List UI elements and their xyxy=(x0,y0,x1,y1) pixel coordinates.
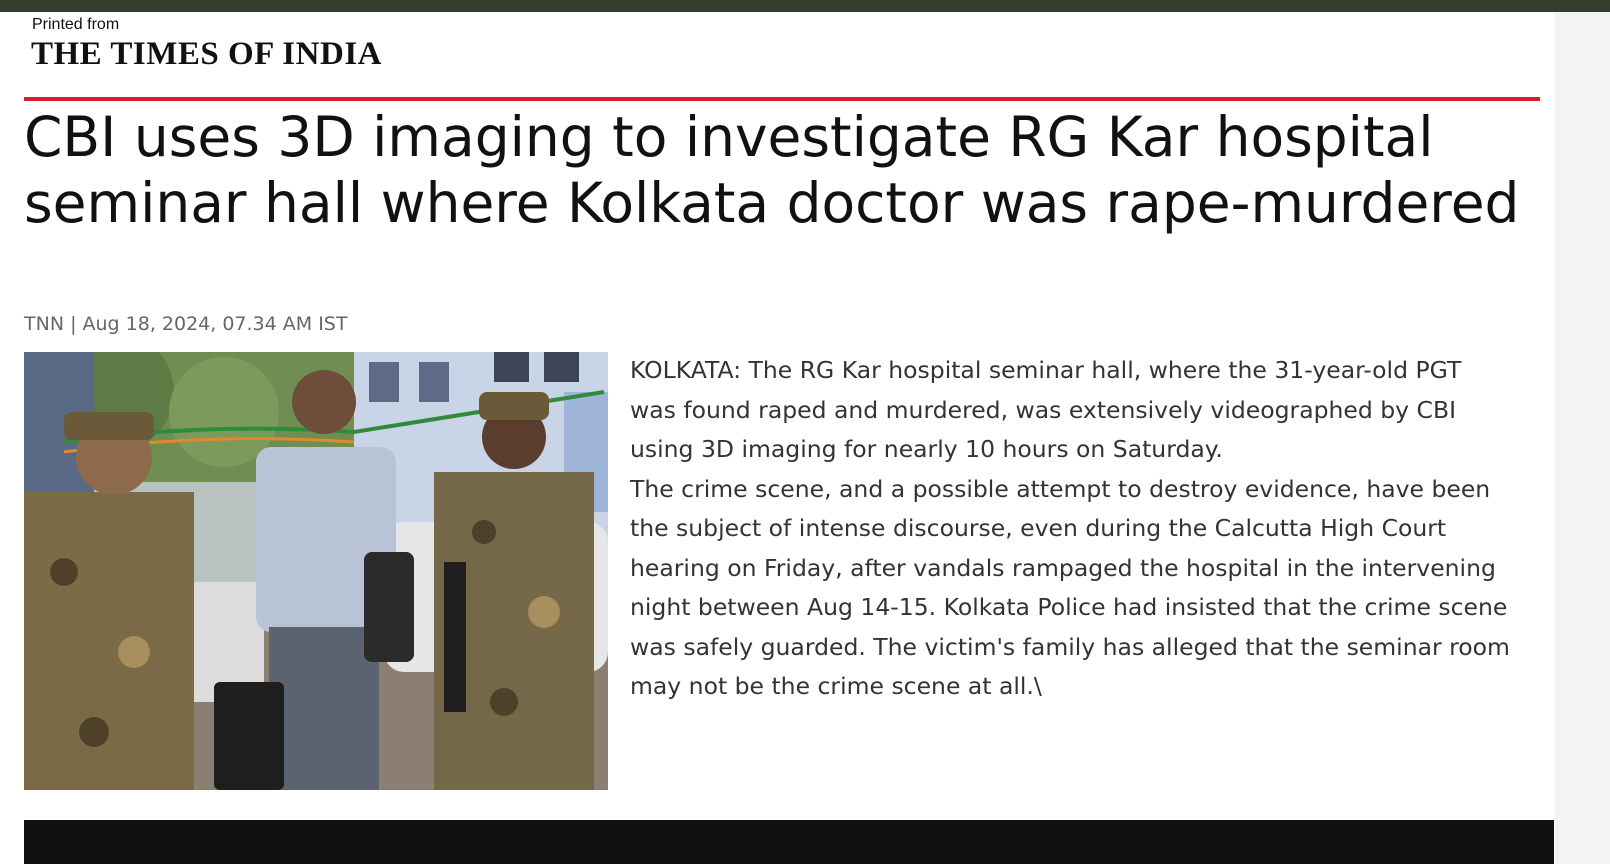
article-body: KOLKATA: The RG Kar hospital seminar hal… xyxy=(630,351,1510,707)
times-of-india-logo: THE TIMES OF INDIA xyxy=(31,36,382,72)
printed-from-label: Printed from xyxy=(32,16,120,33)
article-byline: TNN | Aug 18, 2024, 07.34 AM IST xyxy=(24,313,348,335)
browser-top-bar xyxy=(0,0,1610,12)
article-paragraph: KOLKATA: The RG Kar hospital seminar hal… xyxy=(630,356,1462,463)
article-photo xyxy=(24,352,608,790)
bottom-bar xyxy=(24,820,1554,864)
masthead-divider xyxy=(24,97,1540,101)
article-headline: CBI uses 3D imaging to investigate RG Ka… xyxy=(24,105,1520,235)
article-paragraph: The crime scene, and a possible attempt … xyxy=(630,474,1510,701)
right-gutter xyxy=(1555,12,1610,864)
